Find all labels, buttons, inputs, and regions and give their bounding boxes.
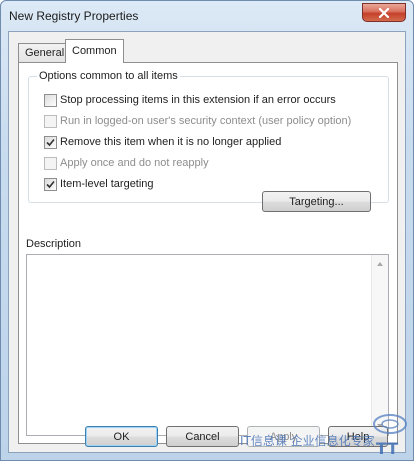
options-group-label: Options common to all items <box>37 70 180 82</box>
tab-general[interactable]: General <box>18 43 72 62</box>
ok-button[interactable]: OK <box>85 426 158 447</box>
scroll-up-icon[interactable] <box>377 262 383 266</box>
watermark-logo-text: TT <box>376 439 398 458</box>
checkmark-icon <box>46 138 55 146</box>
item-level-targeting-checkbox[interactable] <box>44 177 57 191</box>
remove-item-checkbox[interactable] <box>44 135 57 149</box>
close-icon <box>378 7 390 18</box>
watermark-logo-icon: TT <box>368 404 412 461</box>
option-run-in-user-context: Run in logged-on user's security context… <box>44 114 351 128</box>
checkmark-icon <box>46 180 55 188</box>
stop-processing-checkbox[interactable] <box>44 93 57 107</box>
tab-common-label: Common <box>72 45 117 57</box>
option-stop-processing[interactable]: Stop processing items in this extension … <box>44 93 336 107</box>
dialog-client-area: General Common Options common to all ite… <box>8 31 406 453</box>
apply-once-label: Apply once and do not reapply <box>60 157 209 169</box>
run-in-user-context-label: Run in logged-on user's security context… <box>60 115 352 127</box>
cancel-button[interactable]: Cancel <box>166 426 239 447</box>
run-in-user-context-checkbox <box>44 114 57 128</box>
tab-panel-common: Options common to all items Stop process… <box>18 62 398 444</box>
watermark-text: IT信息课 企业信息化专家 <box>240 434 375 448</box>
title-bar[interactable]: New Registry Properties <box>1 1 413 31</box>
apply-once-checkbox <box>44 156 57 170</box>
dialog-window: New Registry Properties General Common O… <box>0 0 414 461</box>
stop-processing-label: Stop processing items in this extension … <box>60 94 336 106</box>
option-apply-once: Apply once and do not reapply <box>44 156 209 170</box>
tab-general-label: General <box>25 47 65 59</box>
remove-item-label: Remove this item when it is no longer ap… <box>60 136 282 148</box>
close-button[interactable] <box>362 3 406 22</box>
item-level-targeting-label: Item-level targeting <box>60 178 154 190</box>
targeting-button[interactable]: Targeting... <box>262 191 371 212</box>
description-label: Description <box>26 238 82 250</box>
window-title: New Registry Properties <box>9 9 139 23</box>
option-remove-item[interactable]: Remove this item when it is no longer ap… <box>44 135 281 149</box>
tab-common[interactable]: Common <box>65 39 124 63</box>
options-group: Options common to all items Stop process… <box>28 70 389 203</box>
description-textarea[interactable] <box>26 254 389 436</box>
option-item-level-targeting[interactable]: Item-level targeting <box>44 177 154 191</box>
